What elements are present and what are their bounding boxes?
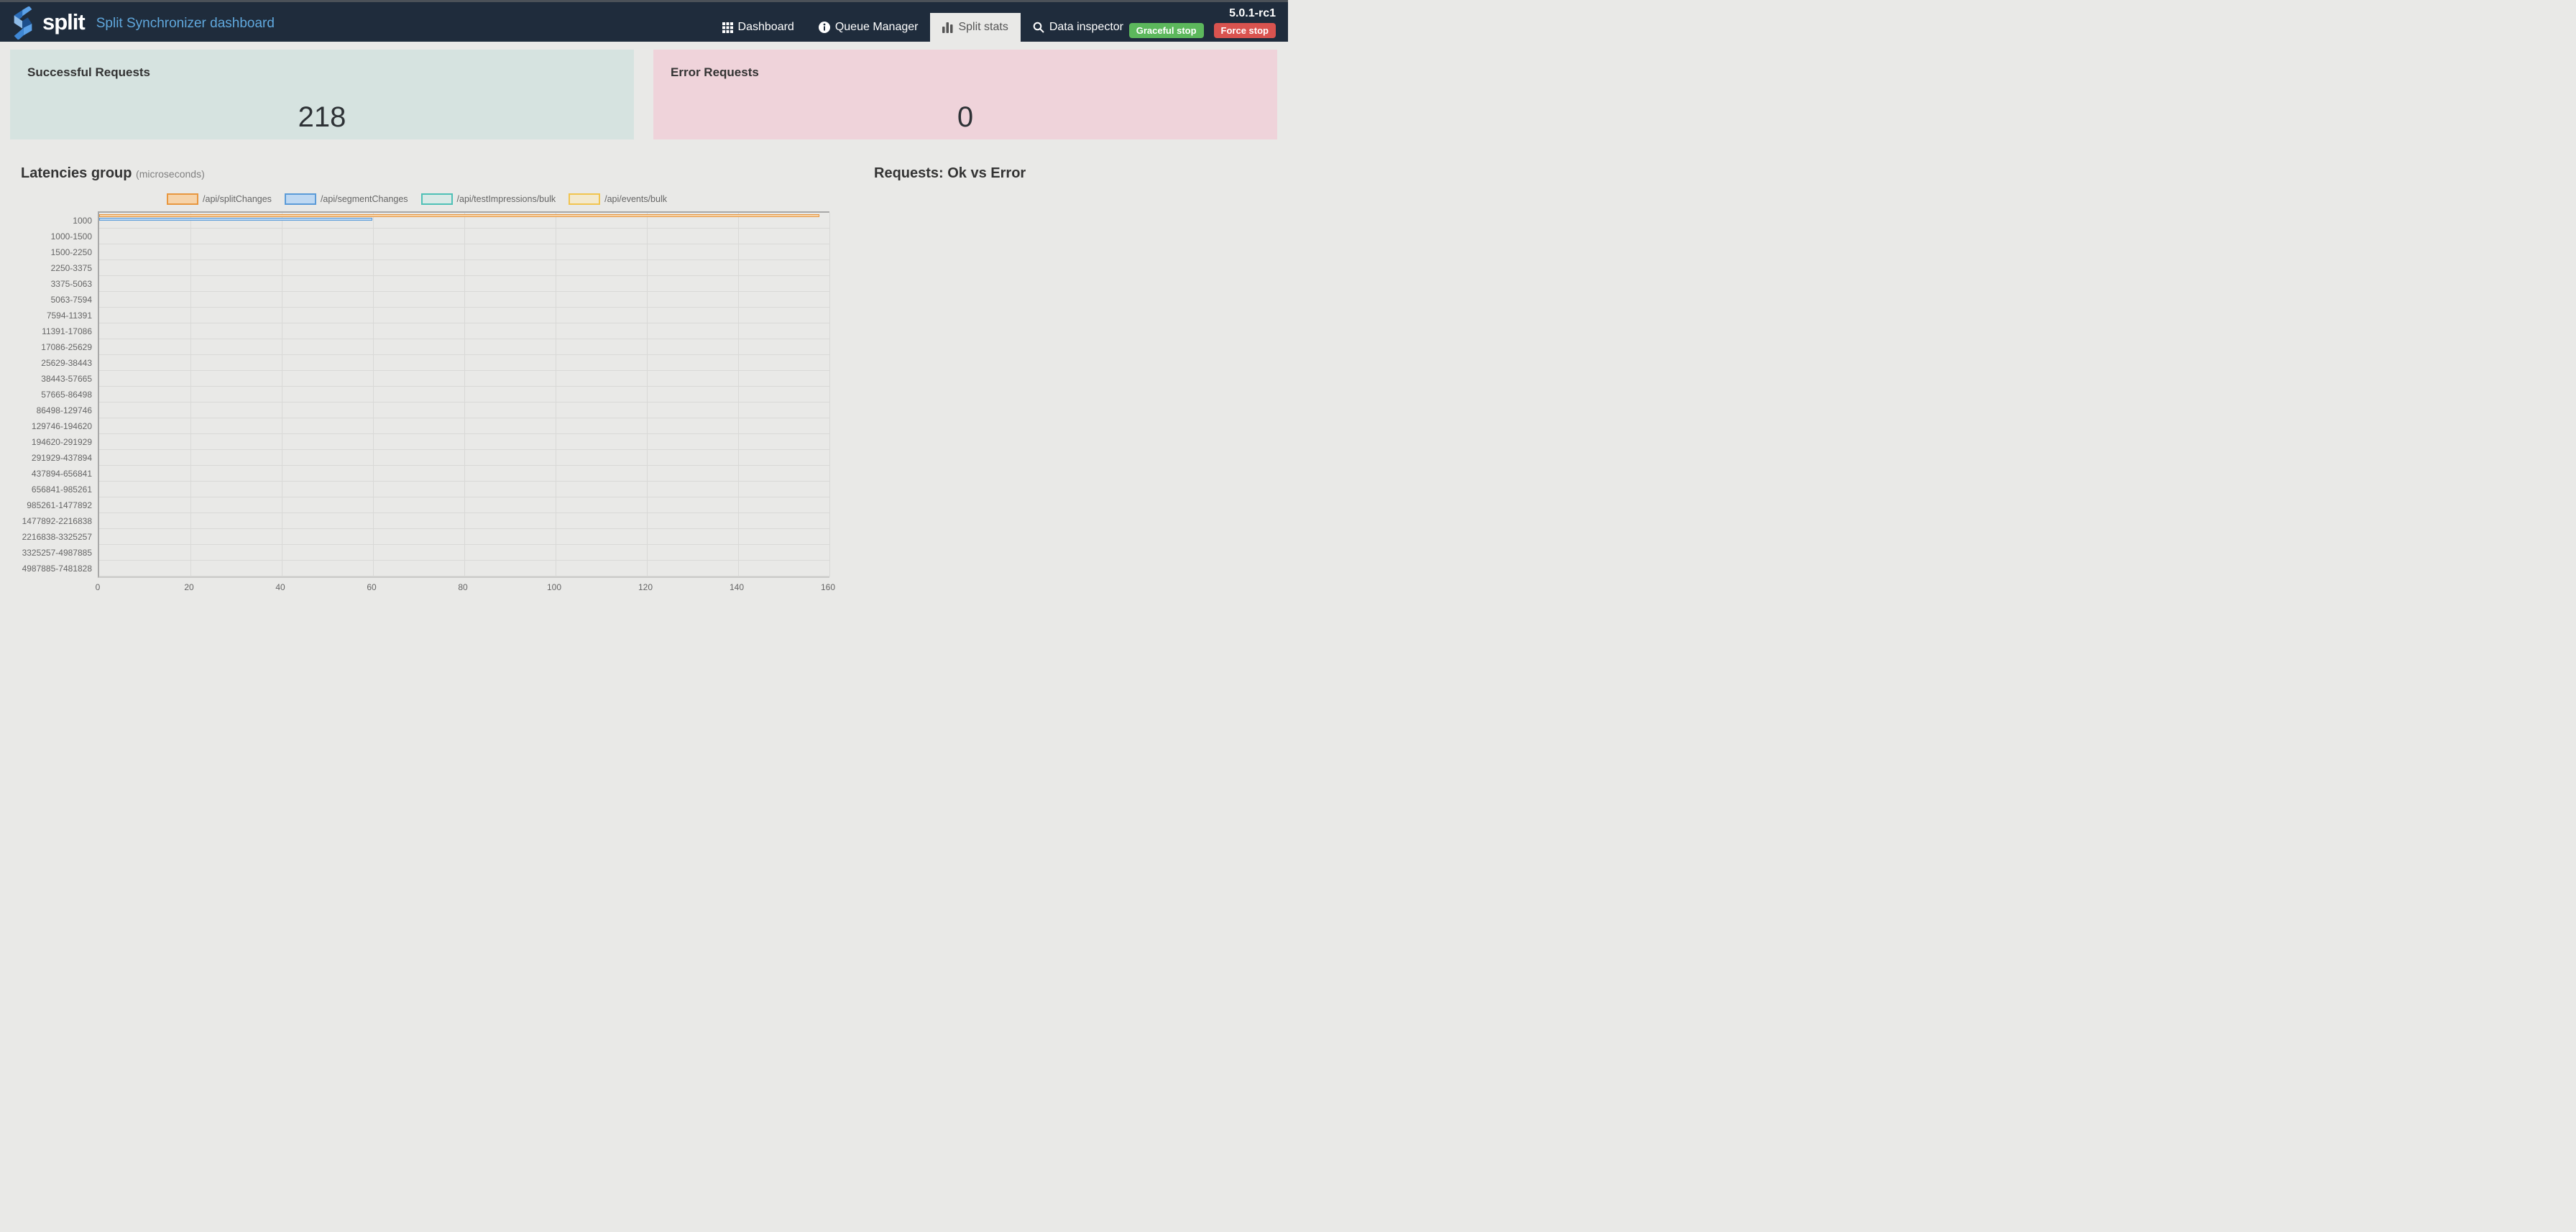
nav-item-label: Queue Manager [835,21,919,34]
info-icon [819,22,830,33]
graceful-stop-button[interactable]: Graceful stop [1129,23,1204,38]
latencies-title: Latencies group (microseconds) [21,165,834,182]
y-axis-label: 38443-57665 [0,371,92,387]
y-axis-label: 3375-5063 [0,276,92,292]
brand-name: split [42,9,85,35]
gridline [829,213,830,576]
page-title: Split Synchronizer dashboard [96,16,275,32]
y-axis-label: 86498-129746 [0,403,92,418]
nav-item-dashboard[interactable]: Dashboard [710,13,806,42]
nav-item-data-inspector[interactable]: Data inspector [1021,13,1136,42]
nav-item-label: Split stats [958,21,1008,34]
x-axis-label: 80 [458,582,467,592]
successful-requests-card: Successful Requests 218 [10,50,634,139]
legend-label: /api/testImpressions/bulk [457,194,556,204]
y-axis-label: 656841-985261 [0,482,92,497]
x-axis-label: 20 [184,582,193,592]
x-axis-label: 60 [367,582,376,592]
requests-title: Requests: Ok vs Error [874,165,1288,182]
card-title: Successful Requests [27,65,150,80]
latencies-plot [98,211,829,578]
search-icon [1033,22,1044,33]
legend-item[interactable]: /api/events/bulk [569,193,667,205]
y-axis-label: 4987885-7481828 [0,561,92,576]
y-axis-label: 1000 [0,213,92,229]
nav-item-label: Dashboard [738,21,794,34]
y-axis-label: 2250-3375 [0,260,92,276]
legend-swatch [285,193,316,205]
y-axis-label: 1500-2250 [0,244,92,260]
y-axis-label: 129746-194620 [0,418,92,434]
y-axis-label: 57665-86498 [0,387,92,403]
legend-item[interactable]: /api/splitChanges [167,193,272,205]
gridline [464,213,465,576]
legend-label: /api/segmentChanges [321,194,408,204]
split-logo-icon [9,6,37,40]
latency-bar [99,218,372,221]
legend-swatch [167,193,198,205]
summary-cards: Successful Requests 218 Error Requests 0 [0,42,1288,139]
version-label: 5.0.1-rc1 [1229,7,1276,20]
y-axis-label: 194620-291929 [0,434,92,450]
legend-label: /api/events/bulk [604,194,667,204]
gridline [373,213,374,576]
card-title: Error Requests [671,65,759,80]
navbar: split Split Synchronizer dashboard Dashb… [0,2,1288,42]
error-requests-value: 0 [653,101,1277,134]
y-axis-label: 7594-11391 [0,308,92,323]
x-axis-label: 40 [275,582,285,592]
legend-label: /api/splitChanges [203,194,272,204]
nav-item-split-stats[interactable]: Split stats [930,13,1020,42]
x-axis-label: 140 [730,582,744,592]
y-axis-label: 1477892-2216838 [0,513,92,529]
latencies-section: Latencies group (microseconds) /api/spli… [0,165,834,594]
y-axis-label: 291929-437894 [0,450,92,466]
force-stop-button[interactable]: Force stop [1214,23,1276,38]
x-axis-label: 160 [821,582,835,592]
nav-item-queue-manager[interactable]: Queue Manager [806,13,931,42]
nav-item-label: Data inspector [1049,21,1123,34]
brand: split Split Synchronizer dashboard [0,5,275,40]
y-axis-label: 2216838-3325257 [0,529,92,545]
x-axis-label: 0 [96,582,101,592]
nav-menu: Dashboard Queue Manager Split stats Da [710,13,1136,42]
latencies-chart: 10001000-15001500-22502250-33753375-5063… [0,211,834,578]
y-axis-label: 3325257-4987885 [0,545,92,561]
x-axis-label: 120 [638,582,653,592]
y-axis-label: 1000-1500 [0,229,92,244]
error-requests-card: Error Requests 0 [653,50,1277,139]
gridline [738,213,739,576]
bar-chart-icon [942,22,953,33]
y-axis-label: 985261-1477892 [0,497,92,513]
gridline [647,213,648,576]
y-axis-label: 17086-25629 [0,339,92,355]
stop-buttons: Graceful stop Force stop [1129,23,1276,38]
chart-legend: /api/splitChanges/api/segmentChanges/api… [0,193,834,205]
successful-requests-value: 218 [10,101,634,134]
x-axis-label: 100 [547,582,561,592]
latencies-subtitle: (microseconds) [136,168,205,180]
y-axis-label: 11391-17086 [0,323,92,339]
legend-item[interactable]: /api/segmentChanges [285,193,408,205]
y-axis-label: 25629-38443 [0,355,92,371]
y-axis-label: 437894-656841 [0,466,92,482]
y-axis-label: 5063-7594 [0,292,92,308]
requests-section: Requests: Ok vs Error [834,165,1288,594]
x-axis: 020406080100120140160 [98,578,828,594]
latency-bar [99,214,819,217]
legend-swatch [421,193,453,205]
legend-swatch [569,193,600,205]
main-content: Latencies group (microseconds) /api/spli… [0,165,1288,594]
grid-icon [722,22,733,33]
gridline [190,213,191,576]
legend-item[interactable]: /api/testImpressions/bulk [421,193,556,205]
